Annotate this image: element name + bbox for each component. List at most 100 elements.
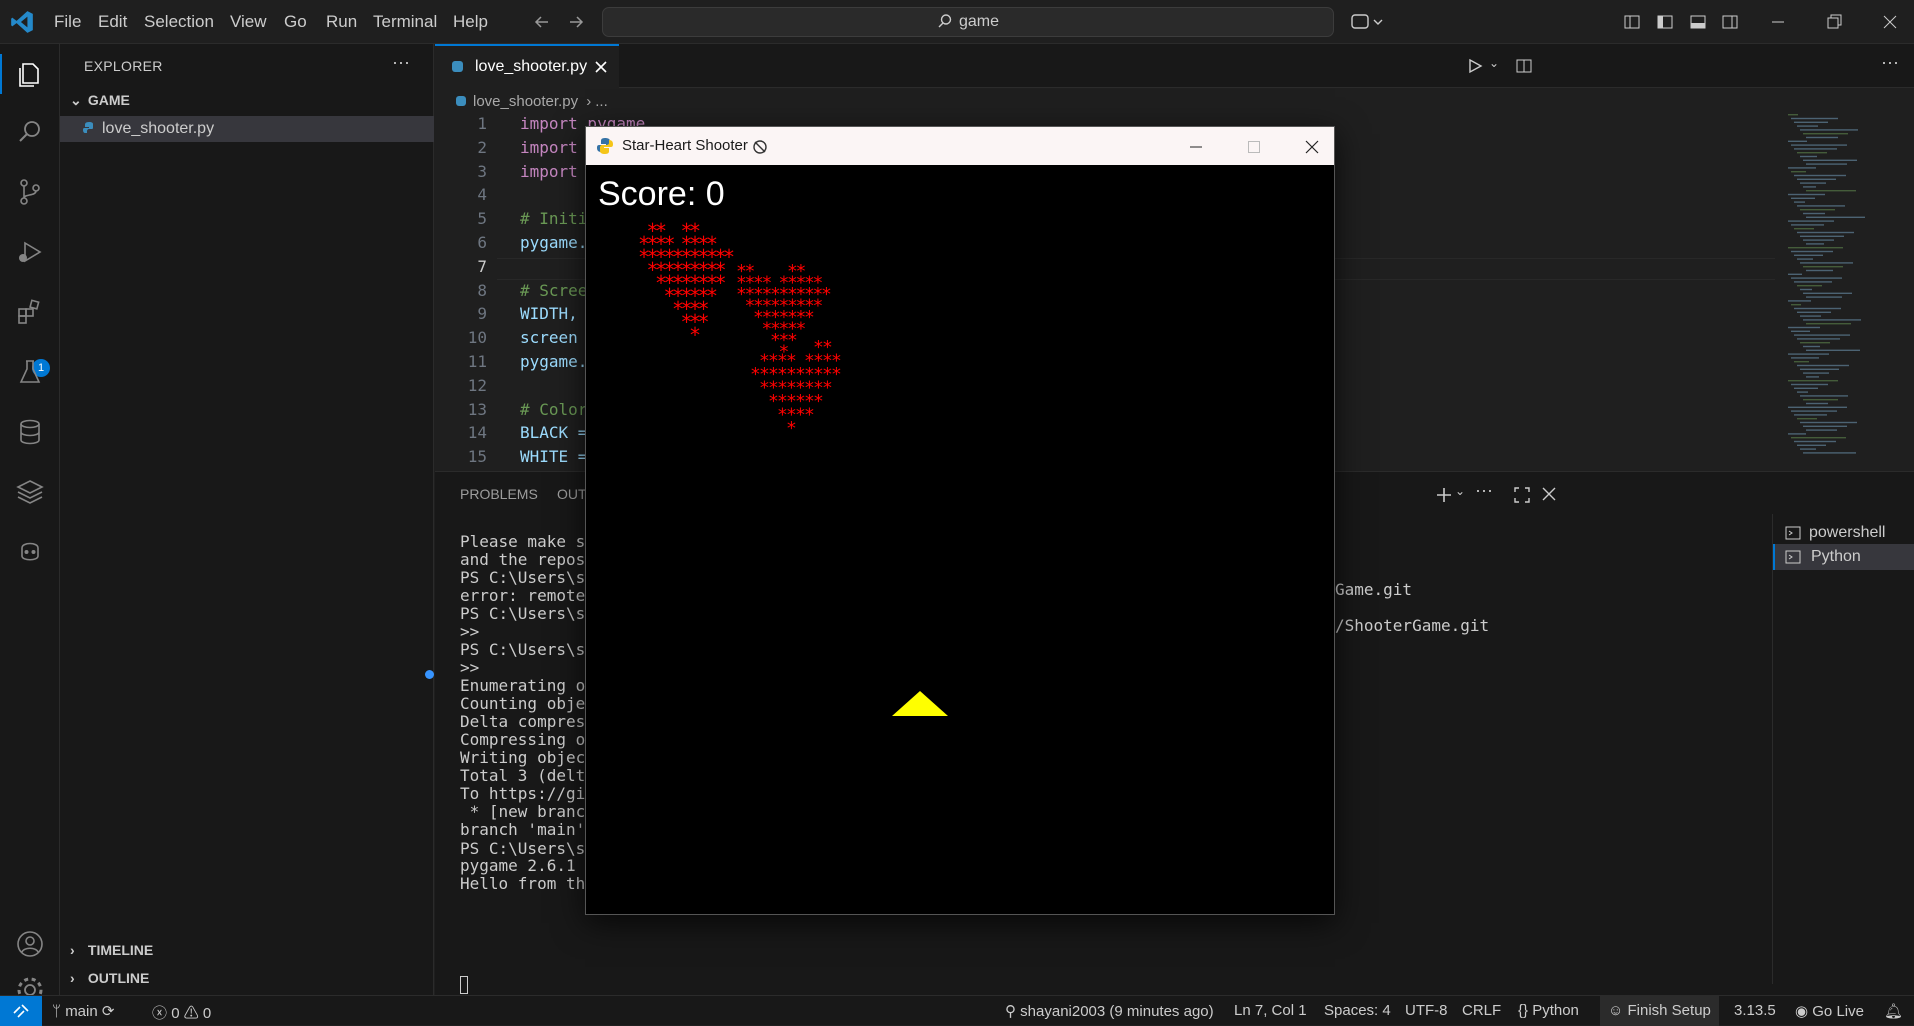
game-minimize-icon[interactable]: [1188, 139, 1204, 155]
code-line: # Color: [520, 399, 588, 419]
minimap-line: [1803, 372, 1829, 374]
minimap-line: [1797, 205, 1845, 207]
run-python-icon[interactable]: [1467, 58, 1483, 74]
command-search-input[interactable]: game: [602, 7, 1334, 37]
menu-go[interactable]: Go: [284, 12, 307, 32]
line-number: 3: [477, 161, 487, 181]
editor-more-icon[interactable]: ···: [1881, 52, 1899, 73]
game-maximize-icon[interactable]: [1246, 139, 1262, 155]
branch-name: main: [65, 1003, 98, 1020]
minimize-icon[interactable]: [1768, 12, 1788, 32]
minimap-line: [1794, 174, 1846, 177]
toggle-panel-icon[interactable]: [1688, 12, 1708, 32]
explorer-files-icon[interactable]: [14, 58, 46, 90]
pygame-window[interactable]: Star-Heart Shooter Score: 0 * * * * * * * * * * * *…: [585, 126, 1335, 915]
python-version[interactable]: 3.13.5: [1734, 1002, 1776, 1019]
source-control-icon[interactable]: [14, 176, 46, 208]
go-live-button[interactable]: ◉ Go Live: [1795, 1002, 1864, 1020]
tab-problems[interactable]: PROBLEMS: [460, 486, 538, 502]
forward-arrow-icon[interactable]: [566, 12, 586, 32]
toggle-secondary-sidebar-icon[interactable]: [1720, 12, 1740, 32]
code-line: WIDTH,: [520, 304, 578, 324]
file-love-shooter[interactable]: love_shooter.py: [60, 116, 434, 142]
minimap-line: [1791, 277, 1842, 279]
tab-love-shooter[interactable]: love_shooter.py: [435, 44, 619, 88]
terminal-line: * [new branch: [460, 802, 595, 821]
python-file-icon: [83, 122, 93, 133]
menu-help[interactable]: Help: [453, 12, 488, 32]
breadcrumb: love_shooter.py ›...: [455, 93, 608, 110]
game-close-icon[interactable]: [1304, 139, 1320, 155]
indentation[interactable]: Spaces: 4: [1324, 1002, 1391, 1019]
copilot-chat-icon[interactable]: [14, 536, 46, 568]
language-mode[interactable]: {} Python: [1518, 1002, 1579, 1019]
minimap-line: [1806, 323, 1851, 325]
menu-terminal[interactable]: Terminal: [373, 12, 437, 32]
finish-setup-button[interactable]: ☺ Finish Setup: [1600, 996, 1719, 1026]
active-indicator: [0, 54, 2, 94]
layers-icon[interactable]: [14, 476, 46, 508]
terminal-line: PS C:\Users\sh: [460, 604, 595, 623]
outline-header[interactable]: › OUTLINE: [70, 970, 149, 986]
terminal-item-powershell[interactable]: powershell: [1773, 520, 1914, 546]
account-icon[interactable]: [14, 928, 46, 960]
more-actions-icon[interactable]: ···: [392, 52, 410, 73]
back-arrow-icon[interactable]: [532, 12, 552, 32]
folder-game-header[interactable]: ⌄ GAME: [70, 92, 130, 109]
heart-star: *: [689, 323, 701, 347]
minimap-line: [1788, 326, 1820, 329]
split-editor-icon[interactable]: [1515, 57, 1533, 75]
minimap[interactable]: [1780, 114, 1906, 470]
code-line: pygame.: [520, 352, 588, 371]
git-blame[interactable]: ⚲ shayani2003 (9 minutes ago): [1005, 1002, 1214, 1020]
encoding[interactable]: UTF-8: [1405, 1002, 1448, 1019]
customize-layout-icon[interactable]: [1622, 12, 1642, 32]
minimap-line: [1794, 201, 1805, 203]
new-terminal-plus-icon[interactable]: [1435, 486, 1453, 504]
database-icon[interactable]: [14, 416, 46, 448]
chevron-right-icon: ›: [70, 970, 75, 986]
notifications-bell-icon[interactable]: 🔔︎: [1884, 1002, 1903, 1020]
tab-output[interactable]: OUT: [557, 486, 587, 502]
star-heart-enemy: ****** *********************************: [750, 337, 842, 439]
python-file-icon: [452, 61, 463, 72]
close-tab-icon[interactable]: [595, 61, 607, 73]
remote-indicator[interactable]: [0, 996, 42, 1026]
line-ending[interactable]: CRLF: [1462, 1002, 1501, 1019]
maximize-panel-icon[interactable]: [1513, 486, 1531, 504]
terminal-item-python[interactable]: Python: [1773, 544, 1914, 570]
close-panel-icon[interactable]: [1541, 486, 1557, 502]
cursor-position[interactable]: Ln 7, Col 1: [1234, 1002, 1307, 1019]
panel-more-icon[interactable]: ···: [1475, 480, 1493, 501]
extensions-icon[interactable]: [14, 296, 46, 328]
game-canvas[interactable]: Score: 0 * * * * * * * * * * * * * * * * * * * * * * * * * * * * * * *…: [586, 165, 1334, 914]
language-name: Python: [1532, 1002, 1579, 1019]
minimap-line: [1794, 334, 1850, 336]
problems-indicator[interactable]: ⓧ 0 ⚠ 0: [152, 1002, 211, 1023]
toggle-sidebar-icon[interactable]: [1655, 12, 1675, 32]
run-dropdown-icon[interactable]: ⌄: [1489, 56, 1499, 70]
minimap-line: [1800, 342, 1830, 344]
testing-flask-icon[interactable]: [14, 356, 46, 388]
terminal-name: Python: [1811, 548, 1861, 565]
run-debug-icon[interactable]: [14, 236, 46, 268]
menu-file[interactable]: File: [54, 12, 81, 32]
breadcrumb-file[interactable]: love_shooter.py: [473, 93, 578, 110]
branch-indicator[interactable]: ᛘ main ⟳: [52, 1002, 114, 1020]
timeline-header[interactable]: › TIMELINE: [70, 942, 153, 958]
terminal-dropdown-icon[interactable]: ⌄: [1455, 484, 1465, 498]
terminal-line: error: remote: [460, 586, 595, 605]
blame-text: shayani2003 (9 minutes ago): [1020, 1003, 1214, 1020]
braces-icon: {}: [1518, 1002, 1529, 1019]
search-icon[interactable]: [14, 116, 46, 148]
menu-edit[interactable]: Edit: [98, 12, 127, 32]
copilot-icon[interactable]: [1350, 11, 1386, 33]
game-title-bar[interactable]: Star-Heart Shooter: [586, 127, 1334, 165]
menu-view[interactable]: View: [230, 12, 267, 32]
menu-selection[interactable]: Selection: [144, 12, 214, 32]
menu-run[interactable]: Run: [326, 12, 357, 32]
line-number: 10: [467, 328, 487, 348]
breadcrumb-more[interactable]: ...: [595, 93, 608, 110]
restore-icon[interactable]: [1824, 12, 1844, 32]
close-window-icon[interactable]: [1880, 12, 1900, 32]
